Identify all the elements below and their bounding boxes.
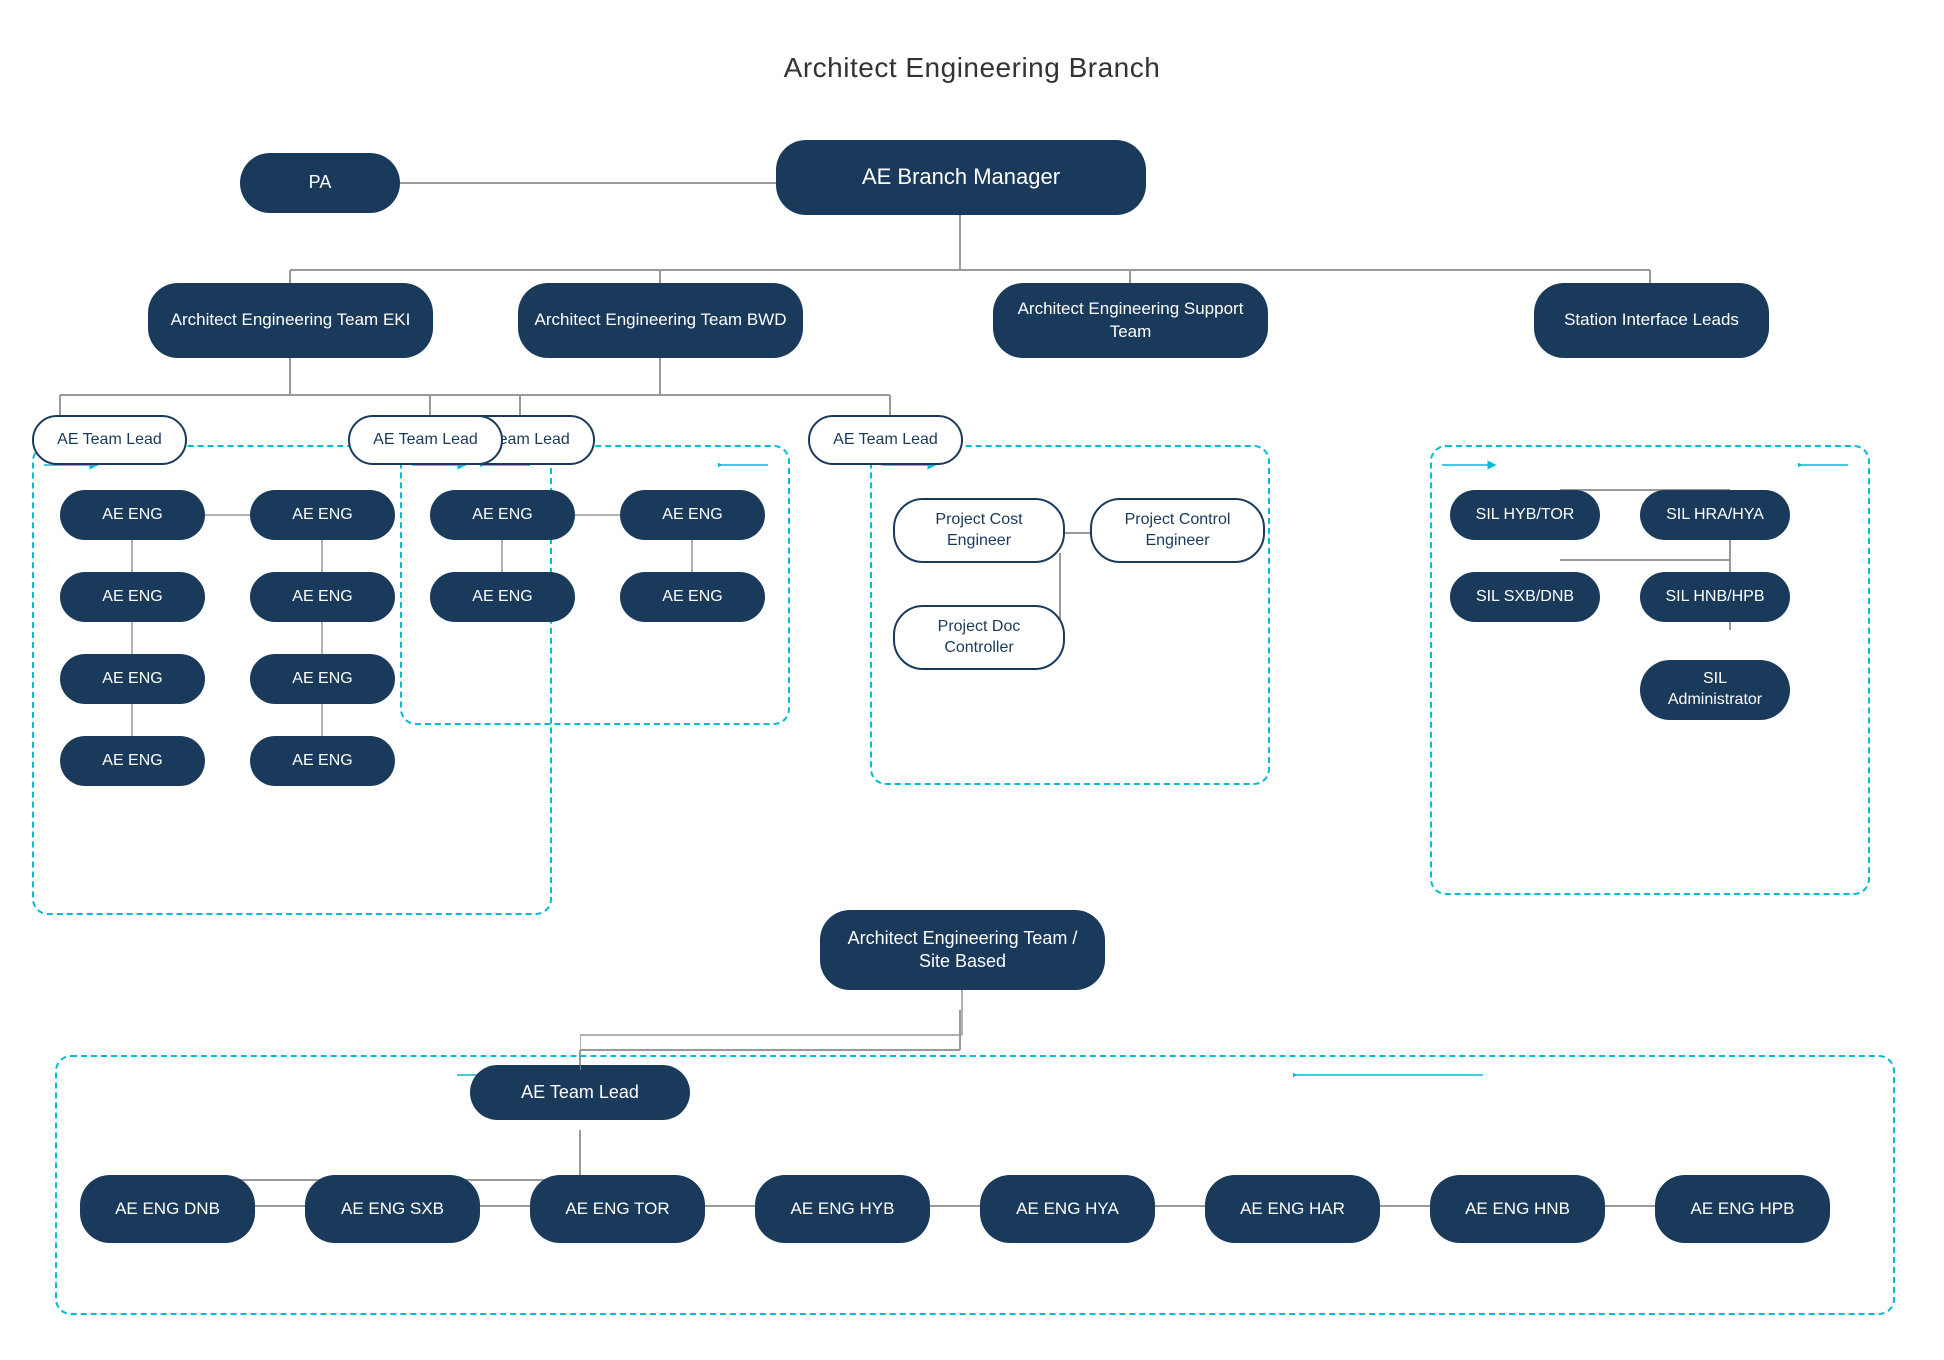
eki-eng-8: AE ENG [250,736,395,786]
eki-eng-2: AE ENG [250,490,395,540]
eki-eng-1: AE ENG [60,490,205,540]
eki-team-lead-1: AE Team Lead [32,415,187,465]
site-team-lead: AE Team Lead [470,1065,690,1120]
ae-eng-hpb: AE ENG HPB [1655,1175,1830,1243]
ae-eng-hyb: AE ENG HYB [755,1175,930,1243]
eki-eng-7: AE ENG [60,736,205,786]
ae-eng-hnb: AE ENG HNB [1430,1175,1605,1243]
support-team-node: Architect Engineering Support Team [993,283,1268,358]
project-control-node: Project Control Engineer [1090,498,1265,563]
bwd-eng-2: AE ENG [620,490,765,540]
team-bwd-node: Architect Engineering Team BWD [518,283,803,358]
sil-hyb-tor: SIL HYB/TOR [1450,490,1600,540]
ae-eng-har: AE ENG HAR [1205,1175,1380,1243]
sil-sxb-dnb: SIL SXB/DNB [1450,572,1600,622]
bwd-team-lead-2: AE Team Lead [808,415,963,465]
bwd-eng-1: AE ENG [430,490,575,540]
ae-eng-hya: AE ENG HYA [980,1175,1155,1243]
sil-admin: SIL Administrator [1640,660,1790,720]
bwd-eng-3: AE ENG [430,572,575,622]
ae-eng-tor: AE ENG TOR [530,1175,705,1243]
eki-eng-5: AE ENG [60,654,205,704]
ae-eng-sxb: AE ENG SXB [305,1175,480,1243]
eki-eng-4: AE ENG [250,572,395,622]
project-cost-node: Project Cost Engineer [893,498,1065,563]
ae-eng-dnb: AE ENG DNB [80,1175,255,1243]
team-eki-node: Architect Engineering Team EKI [148,283,433,358]
project-doc-node: Project Doc Controller [893,605,1065,670]
station-interface-node: Station Interface Leads [1534,283,1769,358]
branch-manager-node: AE Branch Manager [776,140,1146,215]
sil-hnb-hpb: SIL HNB/HPB [1640,572,1790,622]
site-based-node: Architect Engineering Team / Site Based [820,910,1105,990]
eki-eng-3: AE ENG [60,572,205,622]
eki-eng-6: AE ENG [250,654,395,704]
bwd-team-lead-1: AE Team Lead [348,415,503,465]
page-title: Architect Engineering Branch [0,22,1944,84]
pa-node: PA [240,153,400,213]
bwd-eng-4: AE ENG [620,572,765,622]
sil-hra-hya: SIL HRA/HYA [1640,490,1790,540]
